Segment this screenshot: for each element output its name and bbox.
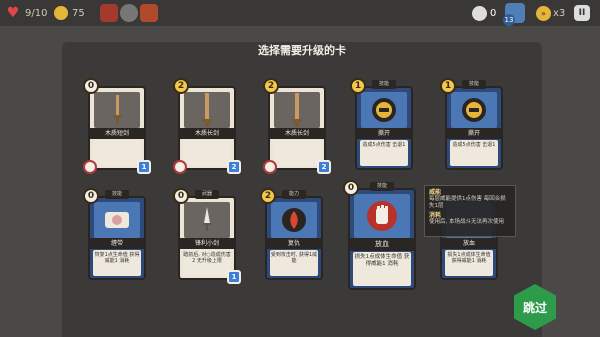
card-desc bbox=[183, 140, 231, 166]
revenge-art-icon bbox=[271, 202, 317, 238]
rend-art-icon bbox=[451, 92, 497, 128]
relic-bar bbox=[100, 3, 158, 23]
fast-forward-icon: » bbox=[536, 5, 551, 21]
deck-button[interactable]: 13 bbox=[503, 3, 525, 26]
top-hud: ♥ 9/10 75 0 13 » x3 II bbox=[0, 0, 600, 26]
speed-button[interactable]: » x3 bbox=[536, 3, 565, 23]
card-target-icon bbox=[83, 160, 97, 174]
card-level: 2 bbox=[317, 160, 331, 174]
card-name: 放血 bbox=[442, 238, 496, 249]
rend-art-icon bbox=[361, 92, 407, 128]
longsword-art-icon bbox=[274, 92, 320, 128]
dagger-art-icon bbox=[94, 92, 140, 128]
card-bandage[interactable]: 缠带 恢复1点生命值 获得威能1 消耗 技能 0 bbox=[83, 188, 146, 280]
card-cost: 2 bbox=[260, 188, 276, 204]
sharp-dagger-art-icon bbox=[184, 202, 230, 238]
card-level: 1 bbox=[227, 270, 241, 284]
card-type: 技能 bbox=[462, 80, 486, 89]
card-cost: 0 bbox=[173, 188, 189, 204]
fire-relic-icon[interactable] bbox=[140, 4, 158, 22]
card-target-icon bbox=[263, 160, 277, 174]
card-name: 缠带 bbox=[90, 238, 144, 249]
card-name: 撕开 bbox=[357, 128, 411, 139]
card-sharp-dagger[interactable]: 锋利小剑 踏前后, 对○造成伤害 2 无升级上限 武器 0 1 bbox=[173, 188, 241, 284]
card-name: 复仇 bbox=[267, 238, 321, 249]
card-desc: 恢复1点生命值 获得威能1 消耗 bbox=[93, 250, 141, 276]
card-bloodletting-hovered[interactable]: 放血 损失1点成体生命值 获得威能1 消耗 技能 0 bbox=[343, 180, 416, 290]
tooltip-title-might: 威能 bbox=[429, 189, 442, 196]
hp-display: ♥ 9/10 bbox=[4, 3, 48, 23]
card-name: 放血 bbox=[350, 238, 414, 251]
card-cost: 2 bbox=[263, 78, 279, 94]
speed-value: x3 bbox=[553, 7, 566, 19]
card-desc: 损失1点成体生命值 获得威能1 消耗 bbox=[353, 252, 411, 286]
gold-display: 75 bbox=[54, 3, 85, 23]
meat-relic-icon[interactable] bbox=[100, 4, 118, 22]
card-type: 技能 bbox=[370, 182, 394, 191]
card-type: 技能 bbox=[372, 80, 396, 89]
card-cost: 0 bbox=[343, 180, 359, 196]
card-wooden-dagger[interactable]: 木质短剑 0 1 bbox=[83, 78, 151, 174]
card-cost: 2 bbox=[173, 78, 189, 94]
card-type: 能力 bbox=[282, 190, 306, 199]
screen-title: 选择需要升级的卡 bbox=[258, 44, 346, 57]
skull-counter: 0 bbox=[472, 3, 496, 23]
card-rend-2[interactable]: 撕开 造成5点伤害 击退1 技能 1 bbox=[440, 78, 503, 170]
card-target-icon bbox=[173, 160, 187, 174]
tooltip-title-exhaust: 消耗 bbox=[429, 212, 442, 219]
card-cost: 0 bbox=[83, 78, 99, 94]
deck-icon: 13 bbox=[503, 3, 525, 26]
card-desc: 造成5点伤害 击退1 bbox=[360, 140, 408, 166]
card-wooden-longsword-2[interactable]: 木质长剑 2 2 bbox=[263, 78, 331, 174]
card-desc: 损失1点成体生命值 获得威能1 消耗 bbox=[445, 250, 493, 276]
pause-button[interactable]: II bbox=[574, 3, 590, 23]
coin-icon bbox=[54, 6, 68, 20]
card-rend[interactable]: 撕开 造成5点伤害 击退1 技能 1 bbox=[350, 78, 413, 170]
heart-icon: ♥ bbox=[6, 5, 20, 21]
card-desc bbox=[93, 140, 141, 166]
card-cost: 0 bbox=[83, 188, 99, 204]
deck-count: 13 bbox=[503, 14, 515, 26]
card-name: 木质长剑 bbox=[180, 128, 234, 139]
card-desc: 受到攻击时, 获得1威能 bbox=[270, 250, 318, 276]
longsword-art-icon bbox=[184, 92, 230, 128]
card-revenge[interactable]: 复仇 受到攻击时, 获得1威能 能力 2 bbox=[260, 188, 323, 280]
card-level: 1 bbox=[137, 160, 151, 174]
skull-icon bbox=[472, 5, 487, 21]
card-name: 撕开 bbox=[447, 128, 501, 139]
helmet-relic-icon[interactable] bbox=[120, 4, 138, 22]
card-wooden-longsword[interactable]: 木质长剑 2 2 bbox=[173, 78, 241, 174]
card-type: 武器 bbox=[195, 190, 219, 199]
card-name: 木质短剑 bbox=[90, 128, 144, 139]
card-cost: 1 bbox=[440, 78, 456, 94]
hp-value: 9/10 bbox=[25, 7, 48, 19]
card-desc: 踏前后, 对○造成伤害 2 无升级上限 bbox=[183, 250, 231, 276]
pause-icon: II bbox=[574, 5, 590, 21]
card-name: 木质长剑 bbox=[270, 128, 324, 139]
bandage-art-icon bbox=[94, 202, 140, 238]
gold-value: 75 bbox=[72, 7, 85, 19]
tooltip-desc-exhaust: 使用后, 本场战斗无法再次使用 bbox=[429, 219, 504, 225]
bloodletting-art-icon bbox=[354, 194, 410, 238]
card-name: 锋利小剑 bbox=[180, 238, 234, 249]
card-desc: 造成5点伤害 击退1 bbox=[450, 140, 498, 166]
skull-value: 0 bbox=[490, 7, 497, 19]
card-level: 2 bbox=[227, 160, 241, 174]
tooltip-desc-might: 每层威能提供1点伤害 每回合损失1层 bbox=[429, 196, 506, 209]
card-cost: 1 bbox=[350, 78, 366, 94]
card-type: 技能 bbox=[105, 190, 129, 199]
keyword-tooltip: 威能 每层威能提供1点伤害 每回合损失1层 消耗 使用后, 本场战斗无法再次使用 bbox=[424, 185, 516, 237]
card-desc bbox=[273, 140, 321, 166]
